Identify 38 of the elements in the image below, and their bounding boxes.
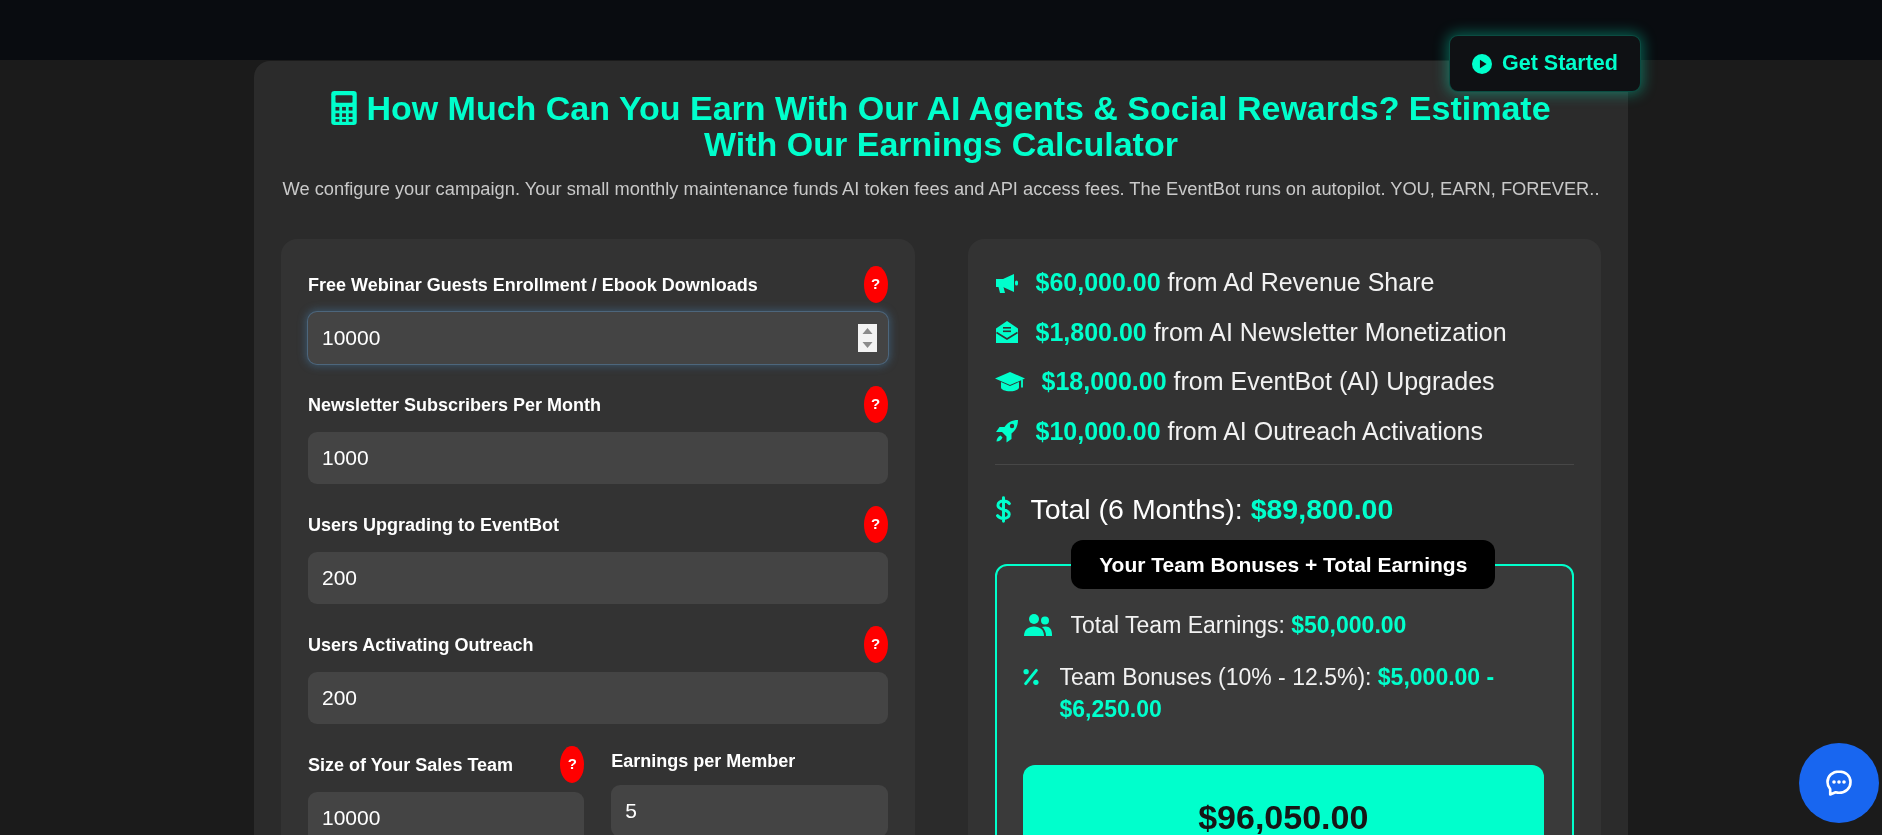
percent-icon	[1022, 668, 1039, 686]
field-label: Earnings per Member	[611, 750, 796, 773]
field-label: Users Upgrading to EventBot	[308, 513, 560, 537]
team-earnings-text: Total Team Earnings: $50,000.00	[1070, 611, 1407, 640]
field-label: Free Webinar Guests Enrollment / Ebook Downloads	[308, 273, 758, 297]
dollar-icon	[994, 495, 1012, 523]
envelope-icon	[994, 320, 1019, 344]
chat-icon	[1823, 767, 1855, 799]
income-source-text: $18,000.00 from EventBot (AI) Upgrades	[1041, 366, 1495, 397]
number-field[interactable]: 200	[308, 552, 888, 604]
help-button[interactable]: ?	[863, 626, 888, 663]
rocket-icon	[994, 419, 1019, 443]
field-label: Newsletter Subscribers Per Month	[308, 393, 602, 417]
number-field[interactable]: 10000	[308, 312, 888, 364]
play-icon	[1472, 53, 1493, 74]
users-icon	[1022, 613, 1053, 637]
income-source-text: $60,000.00 from Ad Revenue Share	[1035, 267, 1435, 298]
help-button[interactable]: ?	[863, 266, 888, 303]
calculator-icon	[331, 91, 358, 125]
total-text: Total (6 Months): $89,800.00	[1030, 492, 1394, 527]
number-field[interactable]: 10000	[308, 792, 585, 835]
get-started-button[interactable]: Get Started	[1449, 35, 1641, 92]
help-button[interactable]: ?	[560, 746, 585, 783]
grand-total-amount: $96,050.00	[1198, 798, 1369, 835]
calculator-title: How Much Can You Earn With Our AI Agents & Social Rewards? Estimate With Our Earnings Calculator	[366, 89, 1551, 163]
number-field[interactable]: 200	[308, 672, 888, 724]
help-button[interactable]: ?	[863, 506, 888, 543]
calculator-subtitle: We configure your campaign. Your small monthly maintenance funds AI token fees and API access fees. The EventBot runs on autopilot. YOU, EARN, FOREVER..	[281, 177, 1601, 201]
income-source-text: $10,000.00 from AI Outreach Activations	[1035, 415, 1483, 447]
income-source-text: $1,800.00 from AI Newsletter Monetization	[1035, 316, 1507, 348]
field-label: Size of Your Sales Team	[308, 753, 514, 777]
team-earnings-text: Team Bonuses (10% - 12.5%): $5,000.00 - $6,250.00	[1059, 663, 1496, 724]
number-field[interactable]: 1000	[308, 432, 888, 484]
field-label: Users Activating Outreach	[308, 633, 534, 657]
graduation-cap-icon	[994, 369, 1025, 394]
help-button[interactable]: ?	[863, 386, 888, 423]
team-earnings-heading: Your Team Bonuses + Total Earnings	[1071, 540, 1496, 589]
number-field[interactable]: 5	[611, 785, 888, 835]
